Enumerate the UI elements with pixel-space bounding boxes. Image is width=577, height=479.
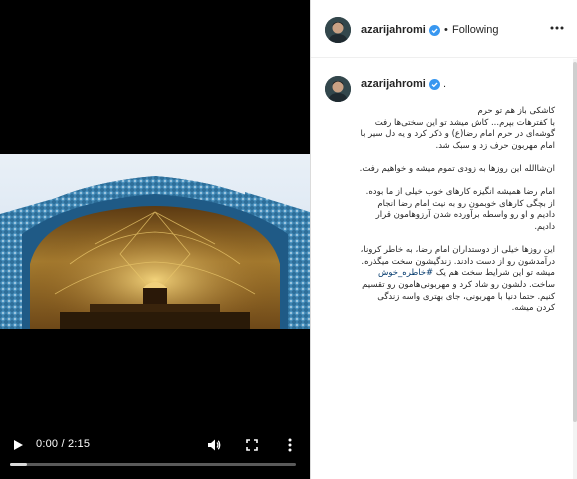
verified-badge-icon [429,25,440,36]
following-button[interactable]: Following [452,24,498,36]
fullscreen-button[interactable] [241,434,263,456]
scrollbar-thumb[interactable] [573,62,577,422]
video-controls: 0:00 / 2:15 [0,428,310,479]
caption-paragraph: این روزها خیلی از دوستداران امام رضا، به… [357,245,555,315]
fullscreen-icon [246,439,258,451]
profile-photo [325,76,351,102]
caption-paragraph: امام رضا همیشه انگیزه کارهای خوب خیلی از… [365,187,555,232]
shrine-iwan-image [0,154,310,329]
post-panel: azarijahromi • Following azarijahromi . … [310,0,577,479]
separator-dot: • [444,24,448,36]
progress-bar[interactable] [10,463,296,466]
caption-period: . [443,78,447,90]
volume-button[interactable] [203,434,225,456]
more-vertical-icon [288,438,292,452]
video-player[interactable]: 0:00 / 2:15 [0,0,310,479]
caption-username[interactable]: azarijahromi [361,78,426,90]
hashtag-link[interactable]: #خاطره_خوش [378,268,433,278]
verified-badge-icon [429,79,440,90]
time-display: 0:00 / 2:15 [36,438,91,450]
username[interactable]: azarijahromi [361,24,426,36]
play-button[interactable] [7,434,29,456]
volume-icon [208,439,221,451]
more-options-button[interactable] [279,434,301,456]
play-icon [14,440,23,450]
caption-avatar[interactable] [325,76,351,102]
instagram-post-modal: 0:00 / 2:15 azarijahromi • Following aza… [0,0,577,479]
caption-sentence: ساخت. دلشون رو شاد کرد و مهربونی‌هامون ر… [362,279,555,314]
progress-fill [10,463,28,466]
post-header: azarijahromi • Following [311,0,577,58]
video-frame[interactable] [0,154,310,329]
caption-text: کاشکی باز هم تو حرم با کفترهات بپرم... ک… [357,106,555,315]
more-horizontal-icon[interactable] [550,23,564,33]
profile-photo [325,17,351,43]
caption-paragraph: کاشکی باز هم تو حرم با کفترهات بپرم... ک… [360,106,555,151]
caption-paragraph: ان‌شاالله این روزها به زودی تموم میشه و … [359,163,555,174]
caption-area: azarijahromi . کاشکی باز هم تو حرم با کف… [311,59,574,479]
avatar[interactable] [325,17,351,43]
